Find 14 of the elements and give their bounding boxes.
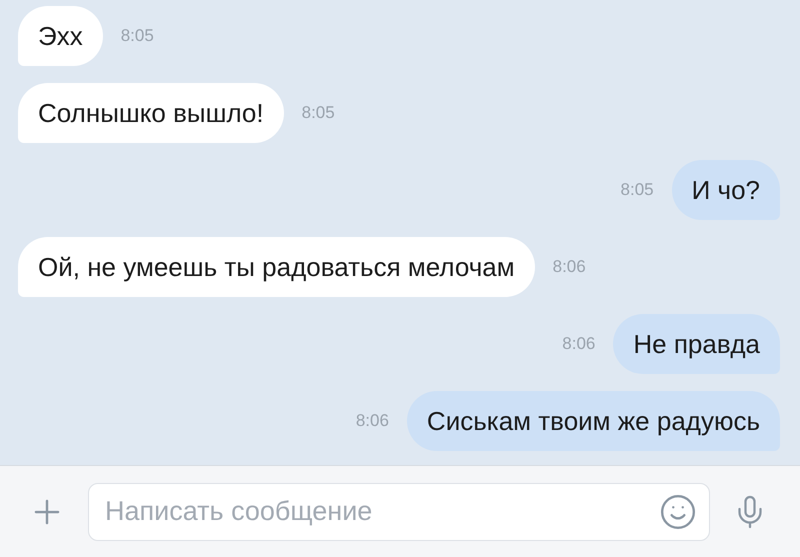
message-time: 8:05 xyxy=(302,103,335,123)
incoming-message: Эхх xyxy=(18,6,103,66)
emoji-icon[interactable] xyxy=(659,492,697,530)
incoming-message: Солнышко вышло! xyxy=(18,83,284,143)
message-time: 8:05 xyxy=(120,26,154,46)
incoming-message: Ой, не умеешь ты радоваться мелочам xyxy=(18,237,535,297)
outgoing-message: Не правда xyxy=(613,314,780,374)
message-time: 8:05 xyxy=(620,180,654,200)
message-time: 8:06 xyxy=(552,257,586,277)
message-time: 8:06 xyxy=(356,411,389,431)
composer-field[interactable]: Написать сообщение xyxy=(88,482,710,540)
message-time: 8:06 xyxy=(562,334,596,354)
outgoing-message: И чо? xyxy=(672,160,780,220)
outgoing-message: Сиськам твоим же радуюсь xyxy=(406,391,780,451)
